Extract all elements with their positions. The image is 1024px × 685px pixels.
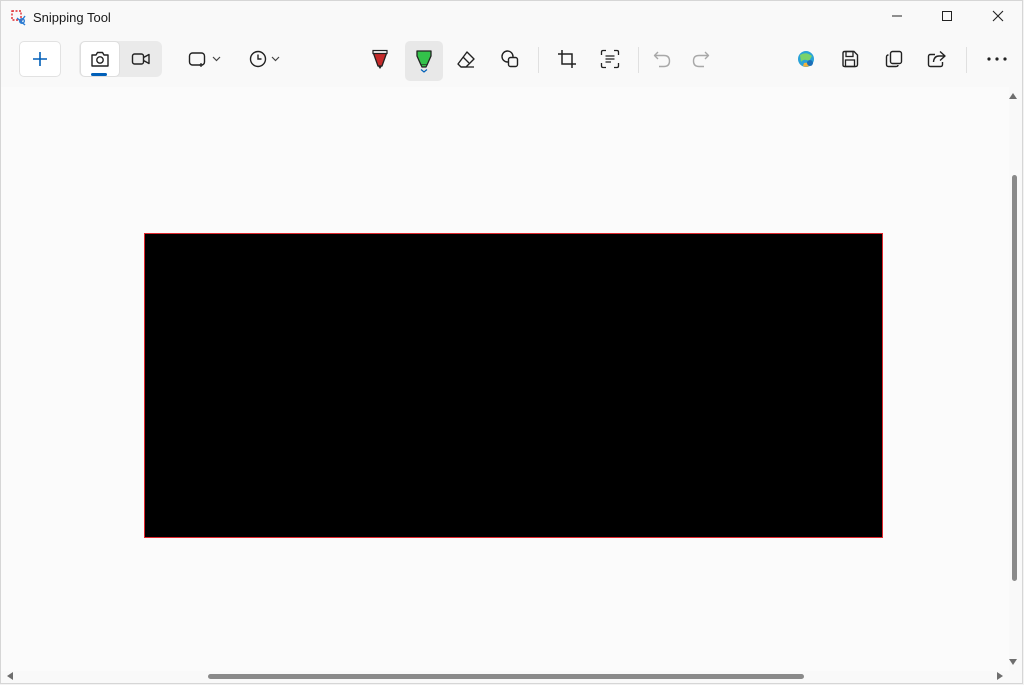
save-button[interactable] [832,41,868,77]
selected-mode-indicator [91,73,107,76]
ballpoint-pen-button[interactable] [362,41,398,77]
see-more-button[interactable] [977,41,1017,77]
toolbar-divider [538,47,539,73]
shapes-icon [500,49,520,69]
more-icon [987,57,1007,61]
highlighter-icon [415,49,433,73]
vertical-scroll-thumb[interactable] [1012,175,1017,581]
rectangle-snip-icon [188,51,208,67]
redo-button[interactable] [683,41,719,77]
snipping-tool-window: Snipping Tool [0,0,1023,684]
plus-icon [32,51,48,67]
minimize-button[interactable] [872,1,922,35]
delay-dropdown[interactable] [242,41,286,77]
paint-3d-icon [796,49,816,69]
scroll-down-arrow-icon[interactable] [1009,659,1017,665]
highlighter-button[interactable] [405,41,443,81]
ballpoint-pen-icon [371,49,389,69]
maximize-button[interactable] [922,1,972,35]
crop-icon [557,49,577,69]
snipping-tool-icon [11,10,27,26]
camera-icon [90,50,110,68]
snip-shape-dropdown[interactable] [182,41,226,77]
minimize-icon [891,9,903,27]
undo-icon [653,50,671,68]
clock-icon [249,50,267,68]
copy-button[interactable] [876,41,912,77]
maximize-icon [941,9,953,27]
crop-button[interactable] [549,41,585,77]
toolbar-divider [966,47,967,73]
chevron-down-icon [212,56,221,62]
copy-icon [885,50,903,68]
edit-in-paint-3d-button[interactable] [788,41,824,77]
text-actions-icon [600,49,620,69]
new-snip-button[interactable] [19,41,61,77]
toolbar [1,35,1022,87]
scroll-right-arrow-icon[interactable] [997,672,1003,680]
video-camera-icon [131,51,151,67]
close-icon [992,9,1004,27]
undo-button[interactable] [644,41,680,77]
scroll-left-arrow-icon[interactable] [7,672,13,680]
title-bar[interactable]: Snipping Tool [1,1,1022,35]
redo-icon [692,50,710,68]
vertical-scrollbar[interactable] [1007,87,1021,671]
close-button[interactable] [973,1,1023,35]
horizontal-scroll-thumb[interactable] [208,674,804,679]
scroll-up-arrow-icon[interactable] [1009,93,1017,99]
share-button[interactable] [919,41,955,77]
chevron-down-icon [271,56,280,62]
snip-mode-button[interactable] [80,41,120,77]
horizontal-scrollbar[interactable] [1,669,1009,683]
toolbar-divider [638,47,639,73]
snip-canvas[interactable] [1,87,1009,671]
eraser-button[interactable] [448,41,484,77]
eraser-icon [456,50,476,68]
record-mode-button[interactable] [122,41,160,77]
window-title: Snipping Tool [33,10,111,25]
save-icon [841,50,859,68]
captured-snip-image[interactable] [144,233,883,538]
share-icon [927,50,947,68]
shapes-button[interactable] [492,41,528,77]
text-actions-button[interactable] [592,41,628,77]
